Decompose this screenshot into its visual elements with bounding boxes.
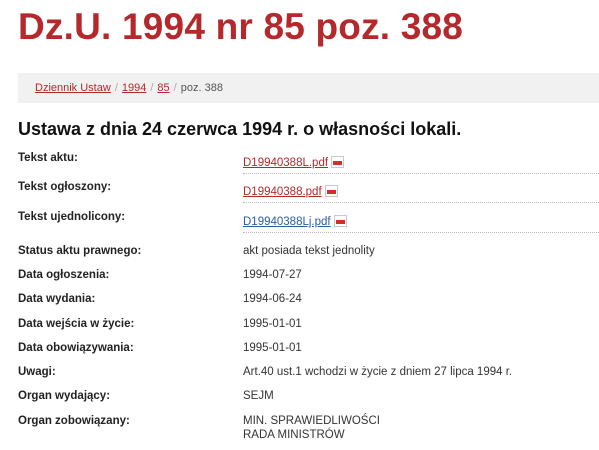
value-uwagi: Art.40 ust.1 wchodzi w życie z dniem 27 … bbox=[243, 366, 513, 378]
value-data-wejscia: 1995-01-01 bbox=[243, 318, 302, 330]
breadcrumb-link-issue[interactable]: 85 bbox=[157, 82, 169, 94]
value-organ-wydajacy: SEJM bbox=[243, 390, 274, 402]
value-tekst-aktu: D19940388L.pdf bbox=[243, 156, 345, 170]
row-divider bbox=[243, 173, 599, 174]
value-organ-zobowiazany: MIN. SPRAWIEDLIWOŚCI RADA MINISTRÓW bbox=[243, 414, 380, 442]
tekst-aktu-pdf-link[interactable]: D19940388L.pdf bbox=[243, 157, 328, 169]
tekst-ogloszony-pdf-link[interactable]: D19940388.pdf bbox=[243, 186, 322, 198]
label-data-wejscia: Data wejścia w życie: bbox=[18, 318, 135, 330]
breadcrumb: Dziennik Ustaw/1994/85/poz. 388 bbox=[18, 73, 599, 103]
value-status-aktu: akt posiada tekst jednolity bbox=[243, 245, 375, 257]
label-tekst-aktu: Tekst aktu: bbox=[18, 152, 78, 164]
pdf-icon[interactable] bbox=[324, 185, 338, 197]
document-title: Ustawa z dnia 24 czerwca 1994 r. o własn… bbox=[18, 119, 462, 139]
pdf-icon[interactable] bbox=[331, 156, 345, 168]
value-data-wydania: 1994-06-24 bbox=[243, 293, 302, 305]
breadcrumb-current: poz. 388 bbox=[180, 82, 223, 94]
value-data-ogloszenia: 1994-07-27 bbox=[243, 269, 302, 281]
value-tekst-ujednolicony: D19940388Lj.pdf bbox=[243, 215, 347, 229]
tekst-ujednolicony-pdf-link[interactable]: D19940388Lj.pdf bbox=[243, 216, 331, 228]
row-divider bbox=[243, 202, 599, 203]
label-tekst-ujednolicony: Tekst ujednolicony: bbox=[18, 211, 126, 223]
breadcrumb-link-dziennik-ustaw[interactable]: Dziennik Ustaw bbox=[35, 82, 111, 94]
label-organ-zobowiazany: Organ zobowiązany: bbox=[18, 415, 130, 427]
row-divider bbox=[243, 232, 599, 233]
label-data-ogloszenia: Data ogłoszenia: bbox=[18, 269, 110, 281]
label-tekst-ogloszony: Tekst ogłoszony: bbox=[18, 181, 112, 193]
label-data-obowiazywania: Data obowiązywania: bbox=[18, 342, 134, 354]
organ-zobowiazany-item: RADA MINISTRÓW bbox=[243, 429, 345, 441]
breadcrumb-separator: / bbox=[173, 82, 177, 94]
breadcrumb-link-year[interactable]: 1994 bbox=[122, 82, 146, 94]
label-uwagi: Uwagi: bbox=[18, 366, 56, 378]
organ-zobowiazany-item: MIN. SPRAWIEDLIWOŚCI bbox=[243, 415, 380, 427]
page-title: Dz.U. 1994 nr 85 poz. 388 bbox=[18, 6, 464, 47]
breadcrumb-separator: / bbox=[150, 82, 154, 94]
label-organ-wydajacy: Organ wydający: bbox=[18, 390, 111, 402]
value-data-obowiazywania: 1995-01-01 bbox=[243, 342, 302, 354]
label-status-aktu: Status aktu prawnego: bbox=[18, 245, 142, 257]
label-data-wydania: Data wydania: bbox=[18, 293, 96, 305]
breadcrumb-separator: / bbox=[114, 82, 118, 94]
value-tekst-ogloszony: D19940388.pdf bbox=[243, 185, 338, 199]
page: Dz.U. 1994 nr 85 poz. 388 Dziennik Ustaw… bbox=[0, 0, 599, 450]
pdf-icon[interactable] bbox=[333, 215, 347, 227]
